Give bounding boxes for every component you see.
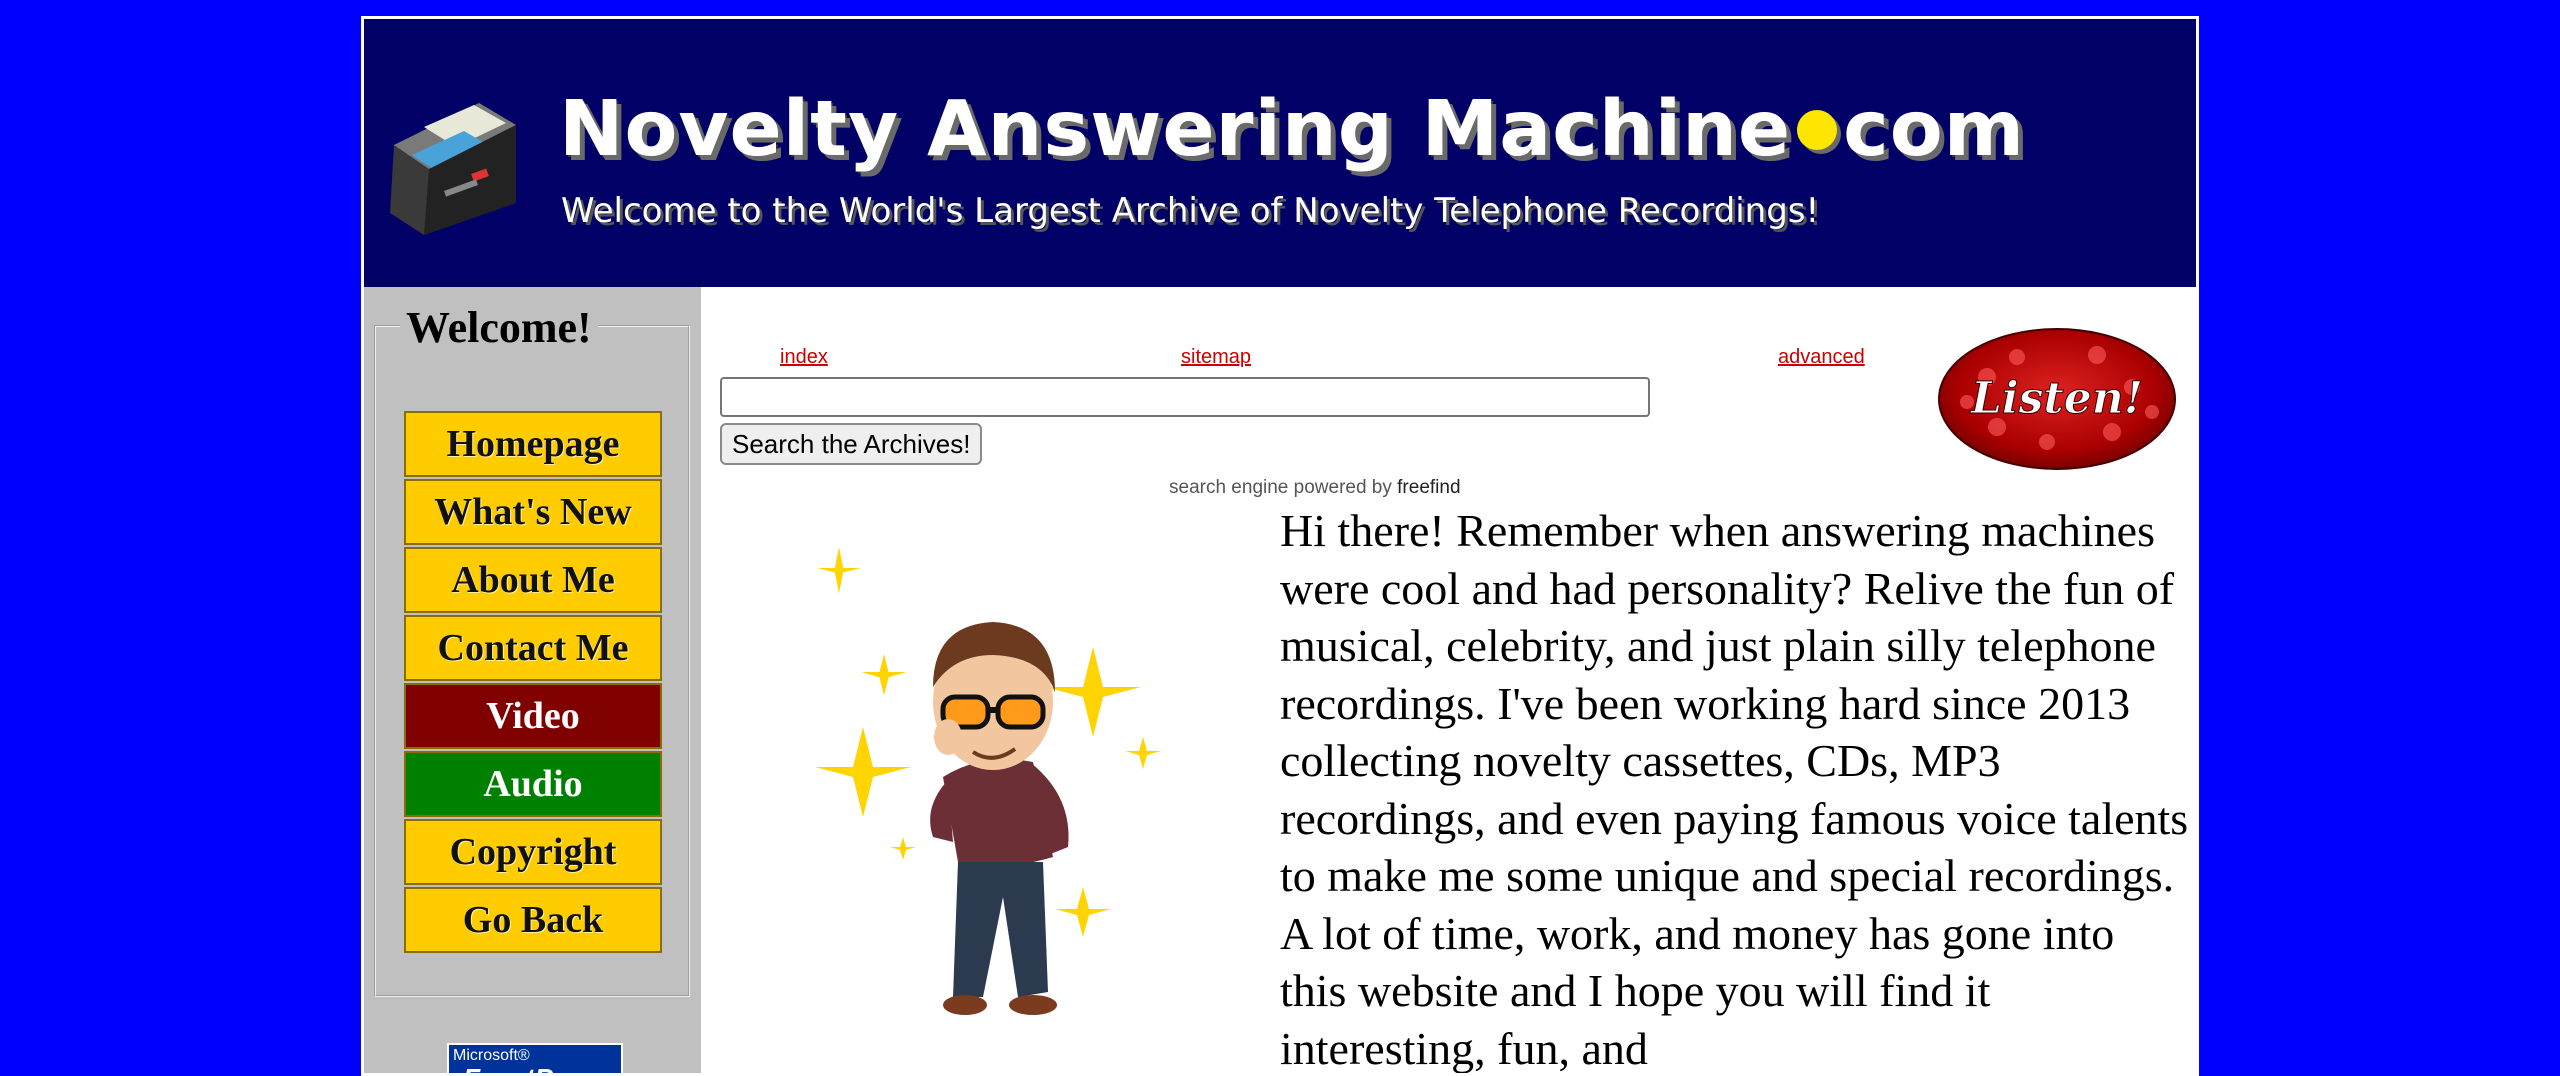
listen-button-label: Listen! (1969, 373, 2143, 424)
powered-by-text: search engine powered by (1169, 477, 1392, 498)
welcome-legend: Welcome! (400, 299, 598, 357)
site-banner: Novelty Answering Machine com Welcome to … (364, 19, 2196, 287)
sidebar: Welcome! Homepage What's New About Me Co… (364, 287, 701, 1073)
nav-copyright-button[interactable]: Copyright (404, 819, 662, 885)
search-archives-button[interactable]: Search the Archives! (720, 423, 983, 465)
banner-title-tld: com (1843, 85, 2025, 174)
frontpage-badge[interactable]: Microsoft® FrontPage (447, 1043, 623, 1073)
nav-contact-me-button[interactable]: Contact Me (404, 615, 662, 681)
nav-audio-button[interactable]: Audio (404, 751, 662, 817)
nav-about-me-button[interactable]: About Me (404, 547, 662, 613)
search-sitemap-link[interactable]: sitemap (1181, 346, 1251, 369)
banner-title: Novelty Answering Machine com (559, 85, 2025, 174)
frontpage-badge-product: FrontPage (463, 1063, 601, 1073)
page-container: Novelty Answering Machine com Welcome to … (361, 16, 2199, 1076)
main-content: index sitemap advanced Search the Archiv… (701, 287, 2196, 1074)
banner-subtitle: Welcome to the World's Largest Archive o… (561, 191, 1820, 231)
search-advanced-link[interactable]: advanced (1778, 346, 1865, 369)
nav-video-button[interactable]: Video (404, 683, 662, 749)
search-index-link[interactable]: index (780, 346, 828, 369)
freefind-brand[interactable]: freefind (1397, 477, 1460, 498)
listen-button[interactable]: Listen! (1937, 327, 2177, 471)
smiley-icon (1797, 110, 1838, 150)
nav-whats-new-button[interactable]: What's New (404, 479, 662, 545)
answering-machine-icon (390, 103, 516, 235)
nav-homepage-button[interactable]: Homepage (404, 411, 662, 477)
nav-go-back-button[interactable]: Go Back (404, 887, 662, 953)
bitmoji-avatar-image (815, 547, 1161, 1015)
search-input[interactable] (720, 377, 1650, 417)
banner-title-main: Novelty Answering Machine (559, 85, 1792, 174)
intro-paragraph: Hi there! Remember when answering machin… (1280, 505, 2189, 1074)
search-powered-by: search engine powered by freefind (1169, 477, 1461, 499)
